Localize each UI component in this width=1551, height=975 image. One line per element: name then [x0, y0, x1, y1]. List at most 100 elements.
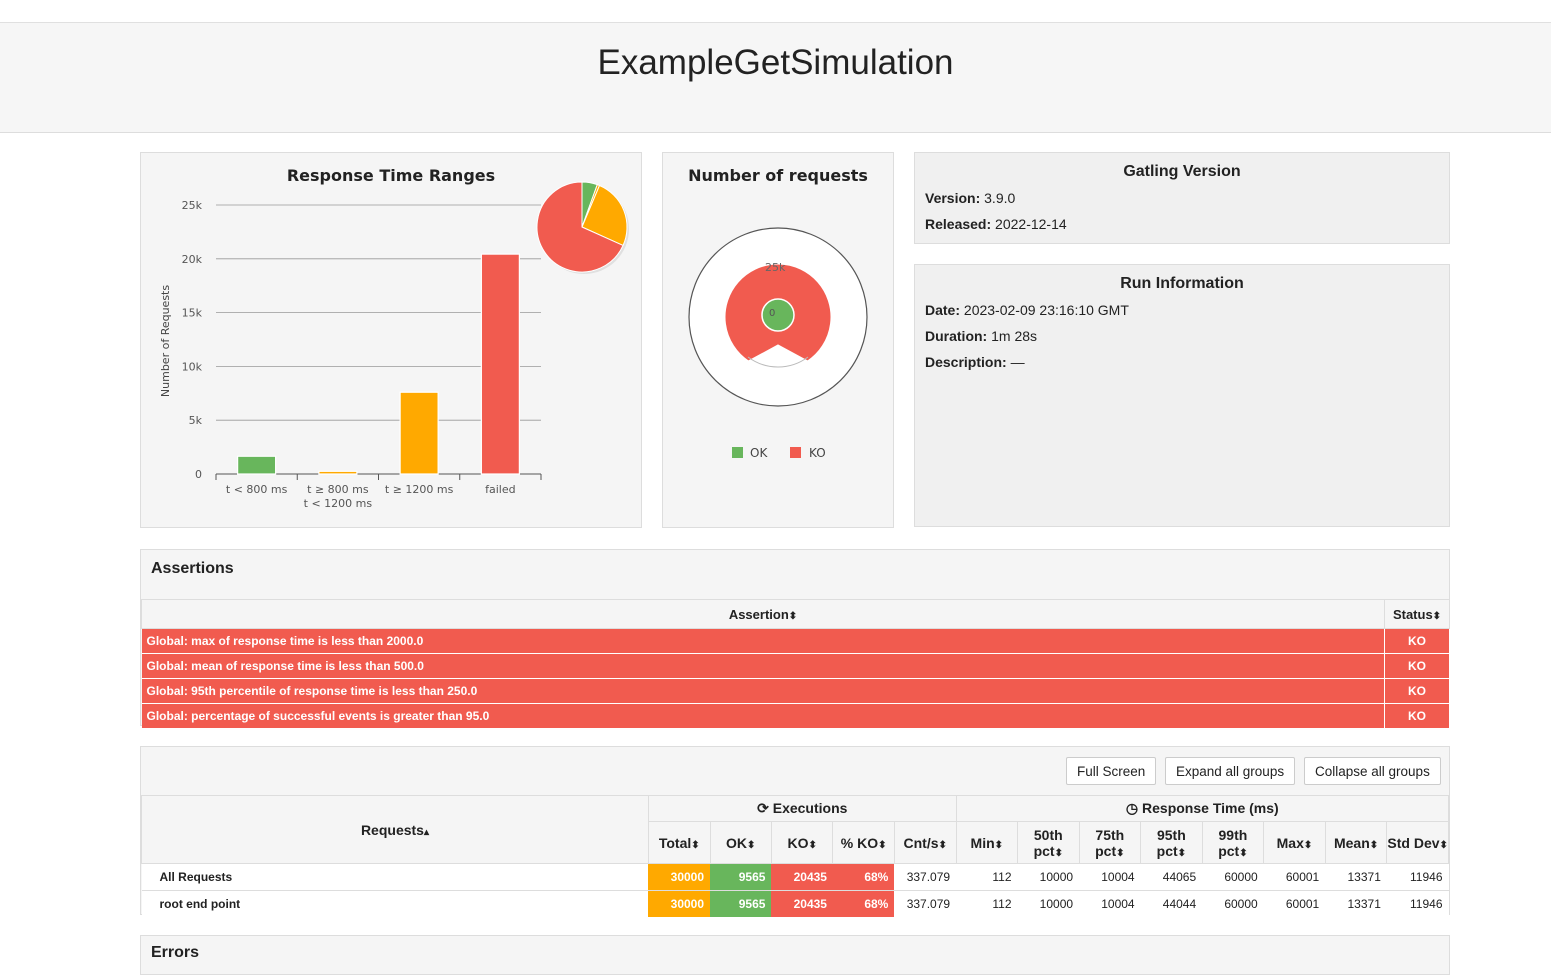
gauge-max-label: 25k [765, 261, 786, 274]
assertion-status: KO [1384, 653, 1450, 679]
stat-cell: 10004 [1079, 890, 1141, 917]
stat-column-header[interactable]: % KO⬍ [832, 821, 895, 864]
released-row: Released: 2022-12-14 [925, 211, 1449, 237]
column-label: Std Dev [1387, 834, 1440, 851]
legend-ok-swatch [732, 447, 743, 458]
y-tick-label: 20k [182, 253, 203, 266]
stat-column-header[interactable]: 95th pct⬍ [1140, 821, 1203, 864]
sort-icon: ⬍ [747, 839, 756, 851]
stat-cell: 10000 [1017, 890, 1080, 917]
assertion-column-label: Assertion [728, 606, 789, 622]
x-tick-label: t ≥ 800 ms [307, 483, 369, 496]
stat-cell: 337.079 [894, 863, 957, 891]
assertion-status: KO [1384, 678, 1450, 704]
y-tick-label: 25k [182, 199, 203, 212]
gauge-min-label: 0 [769, 308, 775, 319]
stat-cell: 30000 [648, 863, 711, 891]
stat-cell: 68% [832, 863, 895, 891]
response-time-header-label: Response Time (ms) [1142, 800, 1279, 816]
stat-cell: 13371 [1325, 890, 1387, 917]
stat-cell: 337.079 [894, 890, 957, 917]
legend-ok-label: OK [750, 446, 768, 460]
ok-gauge-center [761, 298, 795, 332]
sort-icon: ⬍ [808, 839, 817, 851]
y-tick-label: 5k [189, 414, 203, 427]
y-axis-label: Number of Requests [159, 285, 172, 397]
stat-column-header[interactable]: Mean⬍ [1324, 821, 1388, 864]
legend-ko-label: KO [809, 446, 826, 460]
expand-all-groups-button[interactable]: Expand all groups [1165, 757, 1296, 785]
stat-column-header[interactable]: Cnt/s⬍ [893, 821, 957, 864]
y-tick-label: 0 [195, 468, 202, 481]
column-label: Cnt/s [903, 834, 939, 851]
y-tick-label: 15k [182, 307, 203, 320]
column-label: OK [726, 834, 748, 851]
date-row: Date: 2023-02-09 23:16:10 GMT [925, 297, 1449, 323]
sort-asc-icon: ▴ [423, 826, 429, 838]
assertion-row: Global: mean of response time is less th… [141, 653, 1450, 679]
stat-column-header[interactable]: KO⬍ [770, 821, 834, 864]
status-column-header[interactable]: Status⬍ [1384, 599, 1450, 629]
stat-cell: 11946 [1386, 863, 1449, 891]
response-time-ranges-panel: Response Time Ranges Number of Requests … [140, 152, 642, 528]
page-header: ExampleGetSimulation [0, 22, 1551, 133]
stat-column-header[interactable]: 99th pct⬍ [1201, 821, 1265, 864]
sort-icon: ⬍ [1369, 839, 1379, 851]
stat-cell: 60000 [1202, 890, 1264, 917]
sort-icon: ⬍ [1432, 610, 1442, 622]
collapse-all-groups-button[interactable]: Collapse all groups [1304, 757, 1441, 785]
sort-icon: ⬍ [994, 839, 1004, 851]
stat-column-header[interactable]: Total⬍ [647, 821, 711, 864]
column-label: % KO [840, 834, 879, 851]
assertions-title: Assertions [151, 560, 234, 577]
requests-column-header[interactable]: Requests▴ [141, 795, 649, 864]
stat-cell: 44044 [1140, 890, 1203, 917]
request-name[interactable]: All Requests [141, 863, 649, 891]
assertion-text: Global: 95th percentile of response time… [141, 678, 1385, 704]
errors-panel: Errors [140, 935, 1450, 975]
statistics-table: Requests▴ ⟳ Executions ◷ Response Time (… [141, 795, 1450, 917]
response-time-header: ◷ Response Time (ms) [955, 795, 1450, 822]
stat-cell: 11946 [1386, 890, 1449, 917]
stat-column-header[interactable]: Std Dev⬍ [1386, 821, 1449, 864]
stat-row[interactable]: All Requests 30000 9565 20435 68% 337.079 112 1… [141, 863, 1449, 891]
number-of-requests-chart: Number of requests 25k 0 OK KO [688, 166, 868, 460]
description-row: Description: — [925, 349, 1449, 375]
sort-icon: ⬍ [1177, 847, 1187, 859]
sort-icon: ⬍ [878, 839, 887, 851]
assertion-column-header[interactable]: Assertion⬍ [141, 599, 1385, 629]
assertion-text: Global: percentage of successful events … [141, 703, 1385, 728]
number-of-requests-panel: Number of requests 25k 0 OK KO [662, 152, 894, 528]
stat-column-header[interactable]: Max⬍ [1263, 821, 1326, 864]
requests-header-label: Requests [360, 821, 424, 838]
stat-cell: 13371 [1325, 863, 1387, 891]
assertion-status: KO [1384, 703, 1450, 728]
stat-cell: 9565 [710, 863, 772, 891]
executions-header-label: Executions [772, 800, 848, 816]
version-value: 3.9.0 [984, 190, 1016, 206]
sort-icon: ⬍ [1239, 847, 1248, 859]
full-screen-button[interactable]: Full Screen [1066, 757, 1157, 785]
y-tick-label: 10k [182, 360, 203, 373]
duration-value: 1m 28s [991, 328, 1038, 344]
bar [318, 470, 358, 475]
x-tick-label: t ≥ 1200 ms [385, 483, 454, 496]
sort-icon: ⬍ [1303, 839, 1313, 851]
stat-column-header[interactable]: Min⬍ [955, 821, 1019, 864]
stat-cell: 10000 [1017, 863, 1080, 891]
x-tick-label: t < 800 ms [226, 483, 288, 496]
stat-cell: 10004 [1079, 863, 1141, 891]
errors-title: Errors [151, 944, 200, 961]
stat-cell: 20435 [771, 863, 833, 891]
stat-column-header[interactable]: 75th pct⬍ [1078, 821, 1142, 864]
stat-row[interactable]: root end point 30000 9565 20435 68% 337.079 11… [141, 890, 1449, 917]
gatling-version-panel: Gatling Version Version: 3.9.0 Released:… [914, 152, 1450, 244]
stat-cell: 60001 [1263, 890, 1326, 917]
description-label: Description: [925, 354, 1007, 370]
stat-column-header[interactable]: OK⬍ [709, 821, 772, 864]
request-name[interactable]: root end point [141, 890, 649, 917]
column-label: KO [787, 834, 809, 851]
assertion-text: Global: max of response time is less tha… [141, 628, 1385, 654]
stat-column-header[interactable]: 50th pct⬍ [1017, 821, 1080, 864]
panel-title: Gatling Version [1123, 163, 1241, 180]
